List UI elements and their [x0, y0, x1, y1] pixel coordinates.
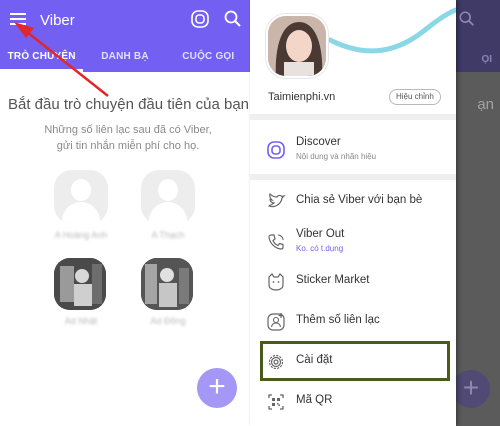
- menu-item-label: Sticker Market: [296, 274, 370, 286]
- menu-item-label: Discover: [296, 136, 341, 148]
- menu-item-discover[interactable]: Discover Nội dung và nhãn hiệu: [250, 130, 456, 170]
- sticker-icon: [268, 273, 284, 291]
- app-title: Viber: [40, 12, 75, 29]
- menu-item-sublabel: Ko. có t.dụng: [296, 244, 344, 253]
- suggested-contact[interactable]: Ad Nhật: [54, 258, 108, 326]
- dimmed-tab-fragment: ỌI: [481, 54, 492, 65]
- empty-state-subtitle-line1: Những số liên lạc sau đã có Viber,: [44, 124, 212, 136]
- tab-bar: TRÒ CHUYỆN DANH BẠ CUỘC GỌI: [0, 42, 250, 72]
- dimmed-search-icon: [459, 11, 474, 26]
- menu-item-label: Thêm số liên lạc: [296, 314, 380, 326]
- contact-name: Ad Đông: [150, 316, 186, 326]
- contact-photo-icon: [141, 258, 193, 310]
- tab-chats[interactable]: TRÒ CHUYỆN: [0, 42, 84, 72]
- menu-item-label: Chia sẻ Viber với bạn bè: [296, 194, 423, 206]
- contact-name: Ad Nhật: [64, 316, 98, 326]
- add-contact-icon: [267, 313, 285, 331]
- drawer-header: Taimienphi.vn Hiệu chỉnh: [250, 0, 456, 114]
- profile-photo-icon: [268, 16, 326, 76]
- avatar-placeholder: [54, 170, 108, 224]
- hamburger-menu-button[interactable]: [10, 10, 32, 30]
- avatar-placeholder: [141, 170, 195, 224]
- edit-profile-button[interactable]: Hiệu chỉnh: [389, 89, 441, 105]
- tab-contacts[interactable]: DANH BẠ: [83, 42, 166, 72]
- twitter-icon: [267, 192, 286, 208]
- menu-item-sticker-market[interactable]: Sticker Market: [250, 262, 456, 302]
- suggested-contact[interactable]: A Thạch: [141, 170, 195, 240]
- screenshot-stage: Viber TRÒ CHUYỆN DANH BẠ CUỘC GỌI Bắt đầ…: [0, 0, 500, 426]
- menu-item-share-viber[interactable]: Chia sẻ Viber với bạn bè: [250, 182, 456, 222]
- discover-icon: [267, 141, 285, 159]
- profile-name: Taimienphi.vn: [268, 91, 336, 103]
- profile-avatar[interactable]: [266, 14, 328, 78]
- menu-item-sublabel: Nội dung và nhãn hiệu: [296, 152, 377, 161]
- dimmed-text-fragment: ạn: [477, 96, 494, 113]
- menu-item-label: Viber Out: [296, 228, 345, 240]
- new-chat-fab[interactable]: +: [197, 368, 237, 408]
- empty-state-title: Bắt đầu trò chuyện đầu tiên của bạn: [8, 96, 250, 113]
- suggested-contact[interactable]: Ad Đông: [141, 258, 195, 326]
- viber-main-screen: Viber TRÒ CHUYỆN DANH BẠ CUỘC GỌI Bắt đầ…: [0, 0, 250, 426]
- dimmed-fab: +: [452, 370, 490, 408]
- divider: [250, 114, 456, 120]
- avatar-photo: [141, 258, 193, 310]
- menu-item-qr-code[interactable]: Mã QR: [250, 382, 456, 422]
- suggested-contact[interactable]: A Hoàng Anh: [54, 170, 108, 240]
- contact-photo-icon: [54, 258, 106, 310]
- avatar-photo: [54, 258, 106, 310]
- viber-ring-icon[interactable]: [190, 9, 210, 29]
- menu-item-label: Mã QR: [296, 394, 333, 406]
- contact-name: A Hoàng Anh: [54, 230, 108, 240]
- menu-item-add-contact[interactable]: Thêm số liên lạc: [250, 302, 456, 342]
- menu-item-viber-out[interactable]: Viber Out Ko. có t.dụng: [250, 222, 456, 262]
- tab-calls[interactable]: CUỘC GỌI: [167, 42, 250, 72]
- empty-state-subtitle-line2: gửi tin nhắn miễn phí cho họ.: [56, 140, 200, 152]
- app-bar: Viber TRÒ CHUYỆN DANH BẠ CUỘC GỌI: [0, 0, 250, 72]
- phone-icon: [268, 234, 284, 250]
- empty-state-subtitle: Những số liên lạc sau đã có Viber, gửi t…: [18, 122, 238, 154]
- settings-highlight-box: [260, 341, 450, 381]
- divider: [250, 174, 456, 180]
- contact-name: A Thạch: [151, 230, 185, 240]
- qr-icon: [268, 394, 284, 410]
- search-icon[interactable]: [223, 9, 243, 29]
